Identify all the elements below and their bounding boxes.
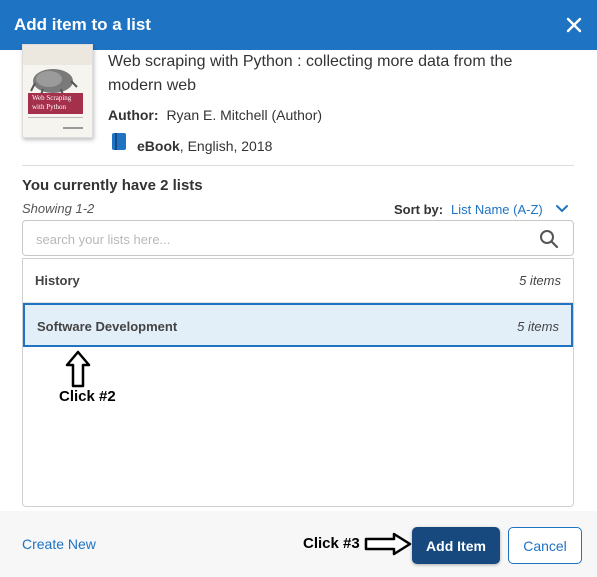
list-item-software-development[interactable]: Software Development 5 items (23, 303, 573, 347)
search-input[interactable] (36, 230, 516, 248)
list-count: 5 items (519, 273, 561, 288)
list-count: 5 items (517, 319, 559, 334)
cancel-button[interactable]: Cancel (508, 527, 582, 564)
up-arrow-annotation (65, 350, 91, 388)
lists-container: History 5 items Software Development 5 i… (22, 258, 574, 507)
sort-label: Sort by: (394, 202, 444, 217)
format-details: , English, 2018 (179, 138, 273, 154)
right-arrow-annotation (364, 532, 412, 556)
dialog-header: Add item to a list (0, 0, 597, 50)
search-box (22, 220, 574, 256)
author-line: Author: Ryan E. Mitchell (Author) (108, 107, 322, 123)
add-item-button[interactable]: Add Item (412, 527, 500, 564)
lists-heading: You currently have 2 lists (22, 177, 203, 194)
cover-author-mark (63, 127, 83, 129)
dialog-title: Add item to a list (14, 15, 151, 34)
book-title[interactable]: Web scraping with Python : collecting mo… (108, 50, 558, 98)
author-name: Ryan E. Mitchell (Author) (166, 107, 323, 123)
book-cover: Web Scraping with Python (22, 44, 93, 138)
format-type: eBook (137, 138, 180, 154)
list-name: Software Development (37, 319, 178, 334)
list-name: History (35, 273, 80, 288)
close-icon[interactable] (562, 13, 586, 37)
list-item-history[interactable]: History 5 items (23, 259, 573, 303)
chevron-down-icon[interactable] (555, 203, 569, 215)
search-icon[interactable] (539, 229, 559, 249)
showing-range: Showing 1-2 (22, 201, 95, 216)
click3-annotation: Click #3 (303, 535, 360, 552)
click2-annotation: Click #2 (59, 388, 116, 405)
format-line: eBook, English, 2018 (137, 138, 272, 154)
cover-header-band (23, 45, 92, 65)
pangolin-illustration (30, 69, 78, 96)
author-label: Author: (108, 107, 159, 123)
create-new-link[interactable]: Create New (22, 536, 96, 552)
cover-title: Web Scraping with Python (32, 94, 72, 111)
sort-select[interactable]: List Name (A-Z) (451, 202, 543, 217)
book-icon (112, 133, 126, 150)
cover-rule (28, 117, 83, 118)
divider (22, 165, 574, 166)
